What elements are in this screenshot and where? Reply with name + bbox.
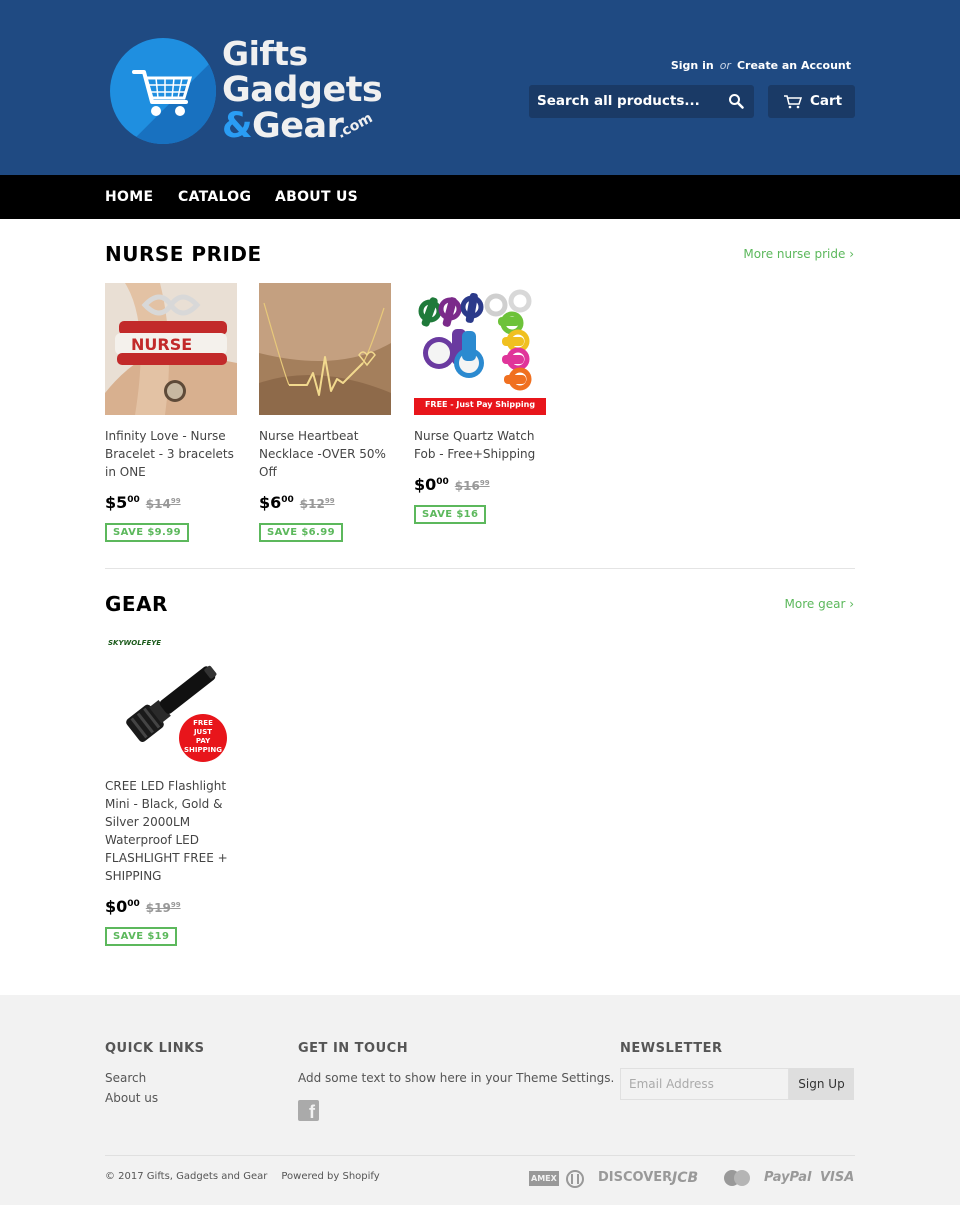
product-image-necklace[interactable] <box>259 283 391 415</box>
product-card[interactable]: SKYWOLFEYE FREE JUST PAY SHIPPING CREE L… <box>105 633 237 946</box>
visa-icon: VISA <box>820 1170 855 1185</box>
logo-text-gear: &Gear <box>222 106 344 146</box>
product-title[interactable]: Infinity Love - Nurse Bracelet - 3 brace… <box>105 427 237 481</box>
amex-icon: AMEX <box>529 1171 559 1186</box>
product-title[interactable]: Nurse Quartz Watch Fob - Free+Shipping <box>414 427 546 463</box>
search-input[interactable]: Search all products... <box>529 85 754 118</box>
footer-divider <box>105 1155 855 1156</box>
nav-item-about-us[interactable]: ABOUT US <box>275 189 358 205</box>
cart-icon <box>784 95 802 109</box>
create-account-link[interactable]: Create an Account <box>737 59 851 72</box>
diners-club-icon <box>566 1170 584 1188</box>
powered-by-link[interactable]: Powered by Shopify <box>281 1171 379 1182</box>
site-logo[interactable]: Gifts Gadgets &Gear .com <box>108 34 383 146</box>
site-footer: QUICK LINKS Search About us GET IN TOUCH… <box>0 995 960 1205</box>
brand-logo: SKYWOLFEYE <box>108 639 162 647</box>
free-shipping-badge: FREE JUST PAY SHIPPING <box>184 719 222 754</box>
product-title[interactable]: CREE LED Flashlight Mini - Black, Gold &… <box>105 777 237 885</box>
free-shipping-banner: FREE - Just Pay Shipping <box>424 400 536 409</box>
cart-button[interactable]: Cart <box>768 85 855 118</box>
logo-ampersand: & <box>222 106 253 146</box>
product-card[interactable]: NURSE Infinity Love - Nurse Bracelet - 3… <box>105 283 237 542</box>
sign-in-link[interactable]: Sign in <box>671 59 714 72</box>
paypal-icon: PayPal <box>764 1170 812 1185</box>
product-image-watch-fob[interactable]: FREE - Just Pay Shipping <box>414 283 546 415</box>
shopping-cart-icon <box>132 70 193 116</box>
footer-link-search[interactable]: Search <box>105 1071 146 1085</box>
search-icon[interactable] <box>728 93 744 109</box>
product-price: $600 $1299 <box>259 493 335 512</box>
logo-circle <box>110 38 216 144</box>
svg-text:NURSE: NURSE <box>131 335 192 354</box>
collection-title: GEAR <box>105 592 168 616</box>
product-title[interactable]: Nurse Heartbeat Necklace -OVER 50% Off <box>259 427 391 481</box>
account-links: Sign in or Create an Account <box>671 59 851 72</box>
cart-label: Cart <box>810 93 843 109</box>
email-field[interactable]: Email Address <box>620 1068 789 1100</box>
compare-price: $1699 <box>454 479 490 493</box>
product-card[interactable]: Nurse Heartbeat Necklace -OVER 50% Off $… <box>259 283 391 542</box>
discover-icon: DISCOVER <box>598 1170 673 1185</box>
get-in-touch-title: GET IN TOUCH <box>298 1041 409 1056</box>
facebook-icon[interactable]: f <box>298 1100 319 1122</box>
save-badge: SAVE $16 <box>414 505 487 524</box>
save-badge: SAVE $9.99 <box>105 523 189 542</box>
collection-title: NURSE PRIDE <box>105 242 262 266</box>
copyright: © 2017 Gifts, Gadgets and Gear Powered by… <box>105 1171 380 1182</box>
sign-up-button[interactable]: Sign Up <box>789 1068 854 1100</box>
logo-gear-word: Gear <box>252 106 344 146</box>
jcb-icon: JCB <box>672 1170 699 1186</box>
save-badge: SAVE $6.99 <box>259 523 343 542</box>
site-header: Gifts Gadgets &Gear .com Sign in or Create… <box>0 0 960 175</box>
or-text: or <box>719 59 731 72</box>
compare-price: $1299 <box>299 497 335 511</box>
newsletter-title: NEWSLETTER <box>620 1041 723 1056</box>
compare-price: $1499 <box>145 497 181 511</box>
section-divider <box>105 568 855 569</box>
product-price: $500 $1499 <box>105 493 181 512</box>
get-in-touch-text: Add some text to show here in your Theme… <box>298 1071 615 1085</box>
footer-link-about-us[interactable]: About us <box>105 1091 158 1105</box>
compare-price: $1999 <box>145 901 181 915</box>
logo-text-gadgets: Gadgets <box>222 70 383 110</box>
quick-links-title: QUICK LINKS <box>105 1041 205 1056</box>
product-price: $000 $1999 <box>105 897 181 916</box>
main-nav: HOME CATALOG ABOUT US <box>0 175 960 219</box>
product-image-flashlight[interactable]: SKYWOLFEYE FREE JUST PAY SHIPPING <box>105 633 237 765</box>
search-placeholder: Search all products... <box>537 93 700 109</box>
nav-item-home[interactable]: HOME <box>105 189 153 205</box>
product-price: $000 $1699 <box>414 475 490 494</box>
more-gear-link[interactable]: More gear › <box>785 597 854 611</box>
nav-item-catalog[interactable]: CATALOG <box>178 189 251 205</box>
logo-text-gifts: Gifts <box>222 34 308 73</box>
product-card[interactable]: FREE - Just Pay Shipping Nurse Quartz Wa… <box>414 283 546 524</box>
mastercard-icon <box>724 1170 750 1186</box>
more-nurse-pride-link[interactable]: More nurse pride › <box>743 247 854 261</box>
product-image-bracelet[interactable]: NURSE <box>105 283 237 415</box>
save-badge: SAVE $19 <box>105 927 178 946</box>
